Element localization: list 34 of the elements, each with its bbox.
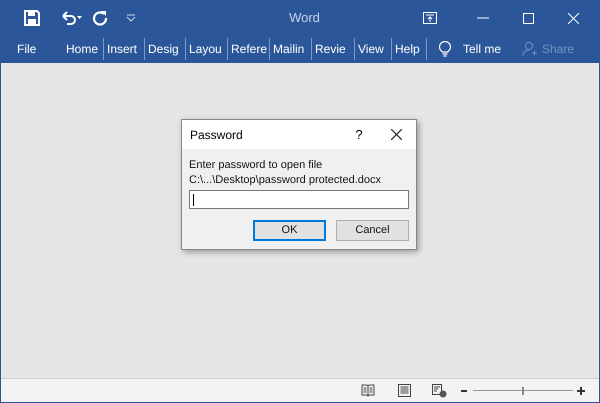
read-mode-icon[interactable] [361,384,375,397]
undo-icon[interactable] [60,10,82,26]
ribbon-tab[interactable]: View [355,40,391,58]
tell-me-button[interactable]: Tell me [463,40,502,58]
zoom-in-button[interactable] [577,386,585,394]
ribbon-tab[interactable]: Revie [312,40,354,58]
window-title: Word [289,9,320,28]
dialog-message: Enter password to open file [189,158,324,173]
ribbon-display-icon[interactable] [423,12,437,24]
add-person-icon [522,41,538,57]
zoom-slider[interactable] [473,386,573,395]
maximize-icon[interactable] [523,12,534,24]
redo-icon[interactable] [92,10,108,26]
ribbon-tab[interactable]: Layou [186,40,227,58]
ribbon-tab[interactable]: Help [392,40,426,58]
ribbon-tab[interactable]: Mailin [270,40,311,58]
ribbon-tab[interactable]: File [1,40,63,58]
ribbon-tab[interactable]: Refere [228,40,269,58]
password-field[interactable] [189,190,409,209]
customize-icon[interactable] [126,14,136,22]
dialog-button[interactable]: Cancel [336,220,409,241]
close-icon[interactable] [391,129,402,140]
help-button[interactable]: ? [349,124,369,144]
dialog-button[interactable]: OK [253,220,326,241]
lightbulb-icon[interactable] [439,41,451,57]
dialog-title: Password [190,126,244,144]
ribbon-tab[interactable]: Insert [104,40,144,58]
save-icon[interactable] [24,10,40,26]
minimize-icon[interactable] [477,17,489,19]
web-layout-icon[interactable] [432,384,447,398]
ribbon-tab[interactable]: Home [63,40,103,58]
ribbon-tab[interactable]: Desig [145,40,185,58]
file-path: C:\...\Desktop\password protected.docx [189,173,382,188]
print-layout-icon[interactable] [398,384,411,397]
